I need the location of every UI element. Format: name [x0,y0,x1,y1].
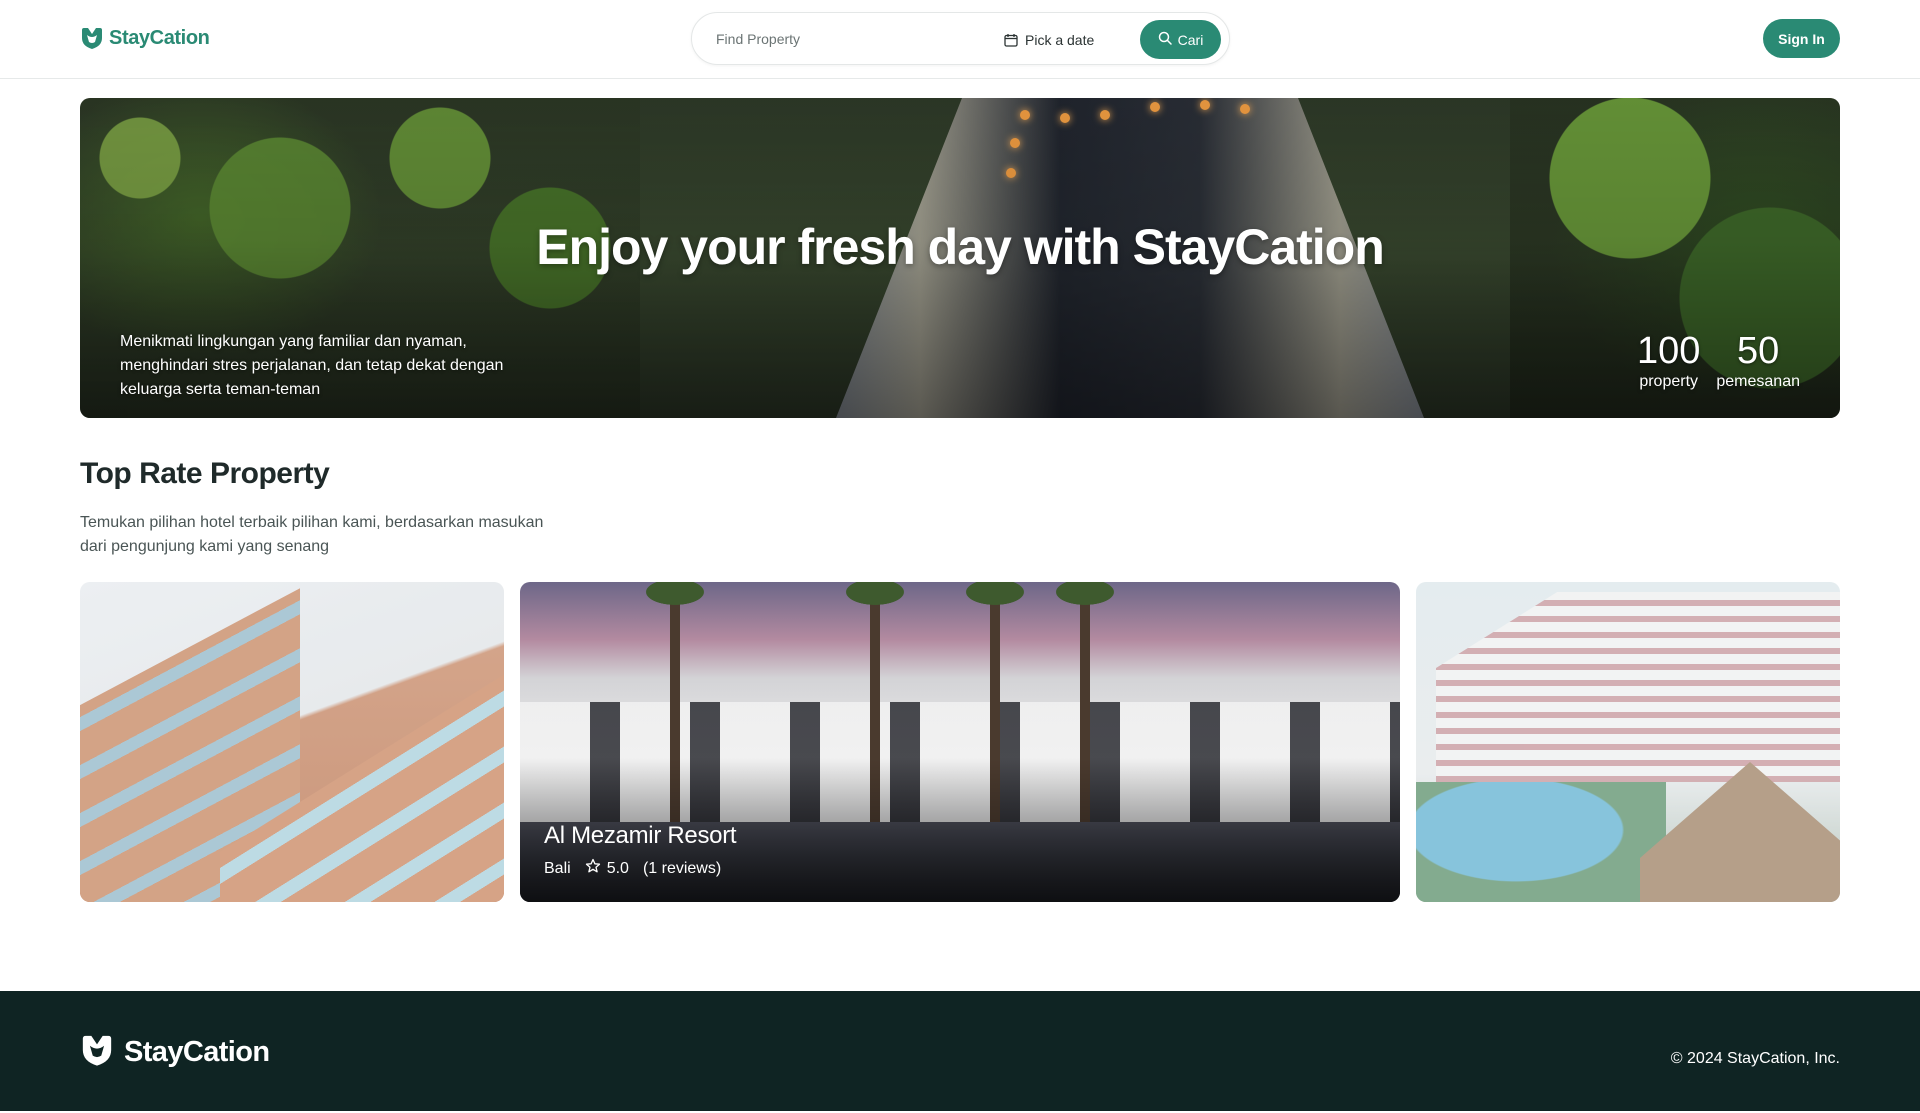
site-header: StayCation Pick a date Cari [0,0,1920,79]
find-property-input[interactable] [716,25,966,53]
site-footer: StayCation © 2024 StayCation, Inc. [0,991,1920,1113]
search-button[interactable]: Cari [1140,20,1221,59]
property-info: Al Mezamir Resort Bali 5.0 (1 reviews) [544,820,737,879]
brand-name: StayCation [109,26,210,49]
property-card-previous[interactable] [80,582,504,902]
stat-property-value: 100 [1636,330,1701,372]
search-icon [1158,31,1172,48]
search-bar: Pick a date Cari [691,12,1230,65]
hero-title: Enjoy your fresh day with StayCation [536,219,1385,275]
search-button-label: Cari [1177,31,1204,48]
hero-stats: 100 property 50 pemesanan [1637,330,1800,392]
copyright-text: © 2024 StayCation, Inc. [1670,1050,1840,1067]
staycation-logo-icon [80,1033,114,1072]
rating-value: 5.0 [606,859,629,877]
property-name: Al Mezamir Resort [544,822,737,849]
date-picker-label: Pick a date [1025,32,1095,48]
date-picker[interactable]: Pick a date [1004,26,1094,54]
footer-brand-name: StayCation [124,1036,270,1068]
property-rating: 5.0 [585,858,629,879]
brand-logo[interactable]: StayCation [80,24,210,52]
footer-brand-logo[interactable]: StayCation [80,1033,270,1072]
calendar-icon [1004,33,1018,47]
stat-property: 100 property [1637,330,1700,392]
property-card-next[interactable] [1416,582,1840,902]
stat-property-label: property [1639,373,1699,390]
hero-banner: Enjoy your fresh day with StayCation Men… [80,98,1840,418]
stat-bookings-value: 50 [1737,330,1780,372]
hero-description: Menikmati lingkungan yang familiar dan n… [120,333,504,398]
property-location: Bali [544,859,571,877]
stat-bookings-label: pemesanan [1716,373,1800,390]
star-icon [585,858,601,879]
card-fade-overlay [1416,582,1840,902]
property-card-featured[interactable]: Al Mezamir Resort Bali 5.0 (1 reviews) [520,582,1400,902]
section-description: Temukan pilihan hotel terbaik pilihan ka… [80,514,544,555]
staycation-logo-icon [80,26,104,50]
stat-bookings: 50 pemesanan [1716,330,1800,392]
review-count: (1 reviews) [642,859,722,877]
section-title: Top Rate Property [80,457,330,490]
card-fade-overlay [80,582,504,902]
sign-in-button[interactable]: Sign In [1763,19,1840,58]
property-meta: Bali 5.0 (1 reviews) [544,858,736,879]
